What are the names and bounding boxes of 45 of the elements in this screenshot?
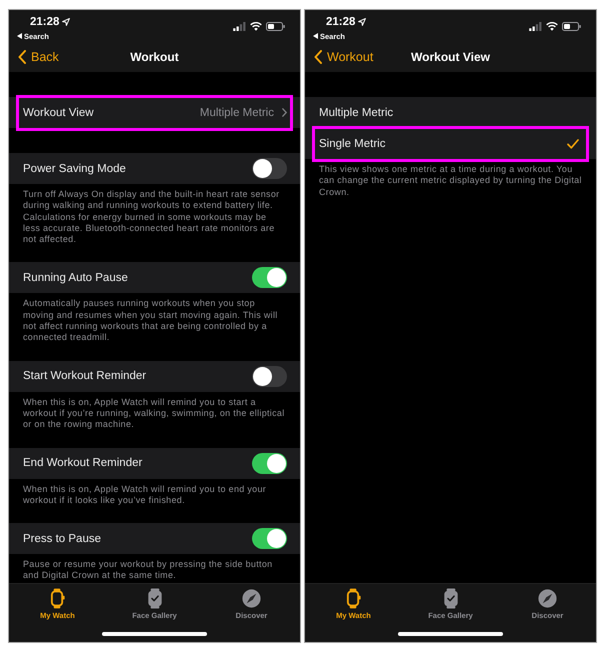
- setting-label: Press to Pause: [23, 532, 101, 545]
- toggle-switch[interactable]: [252, 452, 287, 474]
- toggle-switch[interactable]: [252, 366, 287, 387]
- description-text: This view shows one metric at a time during a workout. You can change the current metric displayed by turning the Digital Crown.: [318, 163, 583, 199]
- description-text: Turn off Always On display and the built-in heart rate sensor during walking and running workouts to extend battery life. Calculations for energy burned in some workouts may be less accurate. Bluetooth-connected heart rate monitors are not affected.: [22, 188, 280, 246]
- setting-label: Running Auto Pause: [23, 272, 128, 284]
- location-arrow-icon: [62, 18, 70, 26]
- back-button[interactable]: Back: [18, 50, 59, 64]
- toggle-switch[interactable]: [252, 267, 287, 288]
- location-arrow-icon: [358, 18, 366, 26]
- back-triangle-icon: [17, 33, 22, 39]
- toggle-switch[interactable]: [252, 158, 287, 179]
- screen-title: Workout View: [411, 50, 490, 64]
- wifi-icon: [546, 22, 558, 31]
- compass-icon: [242, 589, 261, 608]
- watch-check-icon: [146, 588, 162, 609]
- back-button[interactable]: Workout: [314, 50, 374, 64]
- description-text: When this is on, Apple Watch will remind you to start a workout if you’re running, walking, swimming, on the elliptical or on the rowing machine.: [22, 396, 286, 432]
- back-triangle-icon: [313, 33, 318, 39]
- signal-icon: [233, 22, 246, 31]
- battery-icon: [562, 22, 581, 31]
- description-text: When this is on, Apple Watch will remind you to end your workout if it looks like you’ve finished.: [22, 482, 268, 507]
- battery-icon: [266, 22, 285, 31]
- compass-icon: [538, 589, 557, 608]
- row-value: Multiple Metric: [200, 106, 274, 118]
- setting-label: Start Workout Reminder: [23, 370, 146, 382]
- option-row[interactable]: Multiple Metric: [305, 97, 596, 128]
- status-time: 21:28: [326, 16, 356, 28]
- toggle-switch[interactable]: [252, 528, 287, 550]
- chevron-left-icon: [18, 50, 26, 64]
- screen-title: Workout: [130, 50, 179, 64]
- wifi-icon: [250, 22, 262, 31]
- description-text: Automatically pauses running workouts when you stop moving and resumes when you start moving again. This will not affect running workouts that are being controlled by a connected treadmill.: [22, 297, 279, 344]
- description-text: Pause or resume your workout by pressing the side button and Digital Crown at the same time.: [22, 558, 274, 582]
- status-time: 21:28: [30, 16, 60, 28]
- watch-icon: [50, 588, 65, 609]
- settings-row[interactable]: Workout View Multiple Metric: [9, 97, 300, 128]
- setting-label: End Workout Reminder: [23, 457, 142, 470]
- chevron-icon: [282, 108, 287, 117]
- chevron-left-icon: [314, 50, 322, 64]
- signal-icon: [529, 22, 542, 31]
- watch-icon: [346, 588, 361, 609]
- watch-check-icon: [442, 588, 458, 609]
- setting-label: Power Saving Mode: [23, 162, 126, 174]
- option-row[interactable]: Single Metric: [305, 128, 596, 159]
